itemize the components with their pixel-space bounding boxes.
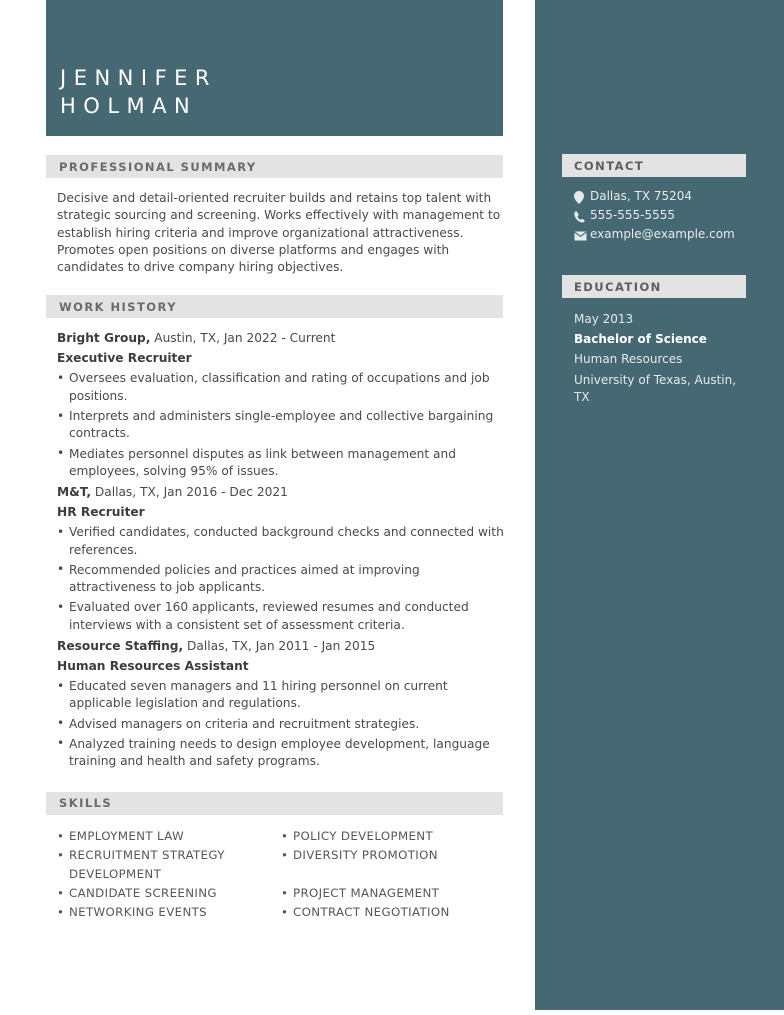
- education-entry: May 2013 Bachelor of Science Human Resou…: [562, 309, 742, 405]
- sidebar: CONTACT Dallas, TX 75204 555-555-5555 ex…: [535, 0, 784, 1010]
- envelope-icon: [574, 227, 590, 244]
- job-bullets: Verified candidates, conducted backgroun…: [57, 524, 505, 634]
- summary-section-header: PROFESSIONAL SUMMARY: [46, 155, 503, 178]
- job-bullet: Educated seven managers and 11 hiring pe…: [57, 678, 505, 713]
- education-section: EDUCATION May 2013 Bachelor of Science H…: [562, 275, 758, 405]
- job-title: Executive Recruiter: [57, 350, 192, 365]
- job-bullet: Analyzed training needs to design employ…: [57, 735, 505, 771]
- education-field: Human Resources: [574, 352, 683, 366]
- job-bullet: Mediates personnel disputes as link betw…: [57, 445, 505, 481]
- contact-list: Dallas, TX 75204 555-555-5555 example@ex…: [562, 188, 758, 244]
- job-bullet: Verified candidates, conducted backgroun…: [57, 524, 505, 559]
- last-name: HOLMAN: [60, 94, 198, 118]
- skill-item: POLICY DEVELOPMENT: [281, 827, 495, 846]
- work-heading-label: WORK HISTORY: [59, 299, 177, 314]
- first-name: JENNIFER: [60, 66, 218, 90]
- job-header: Bright Group, Austin, TX, Jan 2022 - Cur…: [57, 329, 505, 349]
- contact-item-location: Dallas, TX 75204: [574, 188, 758, 206]
- skill-item: RECRUITMENT STRATEGY DEVELOPMENT: [57, 846, 271, 884]
- job-header: Resource Staffing, Dallas, TX, Jan 2011 …: [57, 637, 505, 657]
- job-bullet: Interprets and administers single-employ…: [57, 408, 505, 443]
- summary-heading-label: PROFESSIONAL SUMMARY: [59, 159, 257, 174]
- work-section-header: WORK HISTORY: [46, 295, 503, 319]
- job-entry: M&T, Dallas, TX, Jan 2016 - Dec 2021 HR …: [57, 483, 505, 634]
- job-meta: Dallas, TX, Jan 2016 - Dec 2021: [90, 485, 288, 500]
- contact-item-phone: 555-555-5555: [574, 207, 758, 225]
- job-title: Human Resources Assistant: [57, 658, 249, 673]
- job-title: HR Recruiter: [57, 504, 145, 519]
- job-meta: Dallas, TX, Jan 2011 - Jan 2015: [183, 639, 376, 654]
- resume-page: CONTACT Dallas, TX 75204 555-555-5555 ex…: [0, 0, 784, 1015]
- contact-location-text: Dallas, TX 75204: [590, 189, 693, 203]
- job-bullets: Educated seven managers and 11 hiring pe…: [57, 678, 505, 770]
- job-entry: Bright Group, Austin, TX, Jan 2022 - Cur…: [57, 329, 505, 480]
- main-content: JENNIFER HOLMAN PROFESSIONAL SUMMARY Dec…: [46, 0, 505, 922]
- skills-heading-label: SKILLS: [59, 796, 113, 811]
- skill-item: CANDIDATE SCREENING: [57, 884, 271, 903]
- education-school: University of Texas, Austin, TX: [574, 373, 737, 404]
- education-heading-label: EDUCATION: [574, 279, 662, 294]
- skill-item: EMPLOYMENT LAW: [57, 827, 271, 846]
- contact-section-header: CONTACT: [562, 154, 746, 177]
- skills-column-left: EMPLOYMENT LAW RECRUITMENT STRATEGY DEVE…: [57, 827, 281, 922]
- job-company: M&T,: [57, 485, 91, 500]
- job-meta: Austin, TX, Jan 2022 - Current: [150, 331, 336, 346]
- job-company: Resource Staffing,: [57, 639, 184, 654]
- job-bullet: Recommended policies and practices aimed…: [57, 561, 505, 597]
- job-bullet: Evaluated over 160 applicants, reviewed …: [57, 599, 505, 634]
- job-company: Bright Group,: [57, 331, 151, 346]
- education-section-header: EDUCATION: [562, 275, 746, 298]
- name-banner: JENNIFER HOLMAN: [46, 0, 503, 136]
- skills-section-header: SKILLS: [46, 791, 503, 815]
- phone-icon: [574, 208, 590, 225]
- job-bullet: Oversees evaluation, classification and …: [57, 370, 505, 405]
- education-date: May 2013: [574, 312, 634, 326]
- job-header: M&T, Dallas, TX, Jan 2016 - Dec 2021: [57, 483, 505, 503]
- skill-item: DIVERSITY PROMOTION: [281, 846, 495, 865]
- job-bullets: Oversees evaluation, classification and …: [57, 370, 505, 480]
- job-bullet: Advised managers on criteria and recruit…: [57, 715, 505, 733]
- skills-list: EMPLOYMENT LAW RECRUITMENT STRATEGY DEVE…: [57, 827, 505, 922]
- contact-section: CONTACT Dallas, TX 75204 555-555-5555 ex…: [562, 154, 758, 245]
- location-pin-icon: [574, 189, 590, 206]
- skill-item: CONTRACT NEGOTIATION: [281, 903, 495, 922]
- contact-email-text: example@example.com: [590, 227, 735, 241]
- contact-heading-label: CONTACT: [574, 158, 645, 173]
- skill-item: NETWORKING EVENTS: [57, 903, 271, 922]
- job-entry: Resource Staffing, Dallas, TX, Jan 2011 …: [57, 637, 505, 770]
- contact-phone-text: 555-555-5555: [590, 208, 676, 222]
- contact-item-email: example@example.com: [574, 226, 758, 244]
- work-history-list: Bright Group, Austin, TX, Jan 2022 - Cur…: [57, 329, 505, 770]
- summary-text: Decisive and detail-oriented recruiter b…: [57, 191, 501, 275]
- skills-column-right: POLICY DEVELOPMENT DIVERSITY PROMOTION P…: [281, 827, 505, 922]
- education-degree: Bachelor of Science: [574, 332, 707, 346]
- skill-item: PROJECT MANAGEMENT: [281, 884, 495, 903]
